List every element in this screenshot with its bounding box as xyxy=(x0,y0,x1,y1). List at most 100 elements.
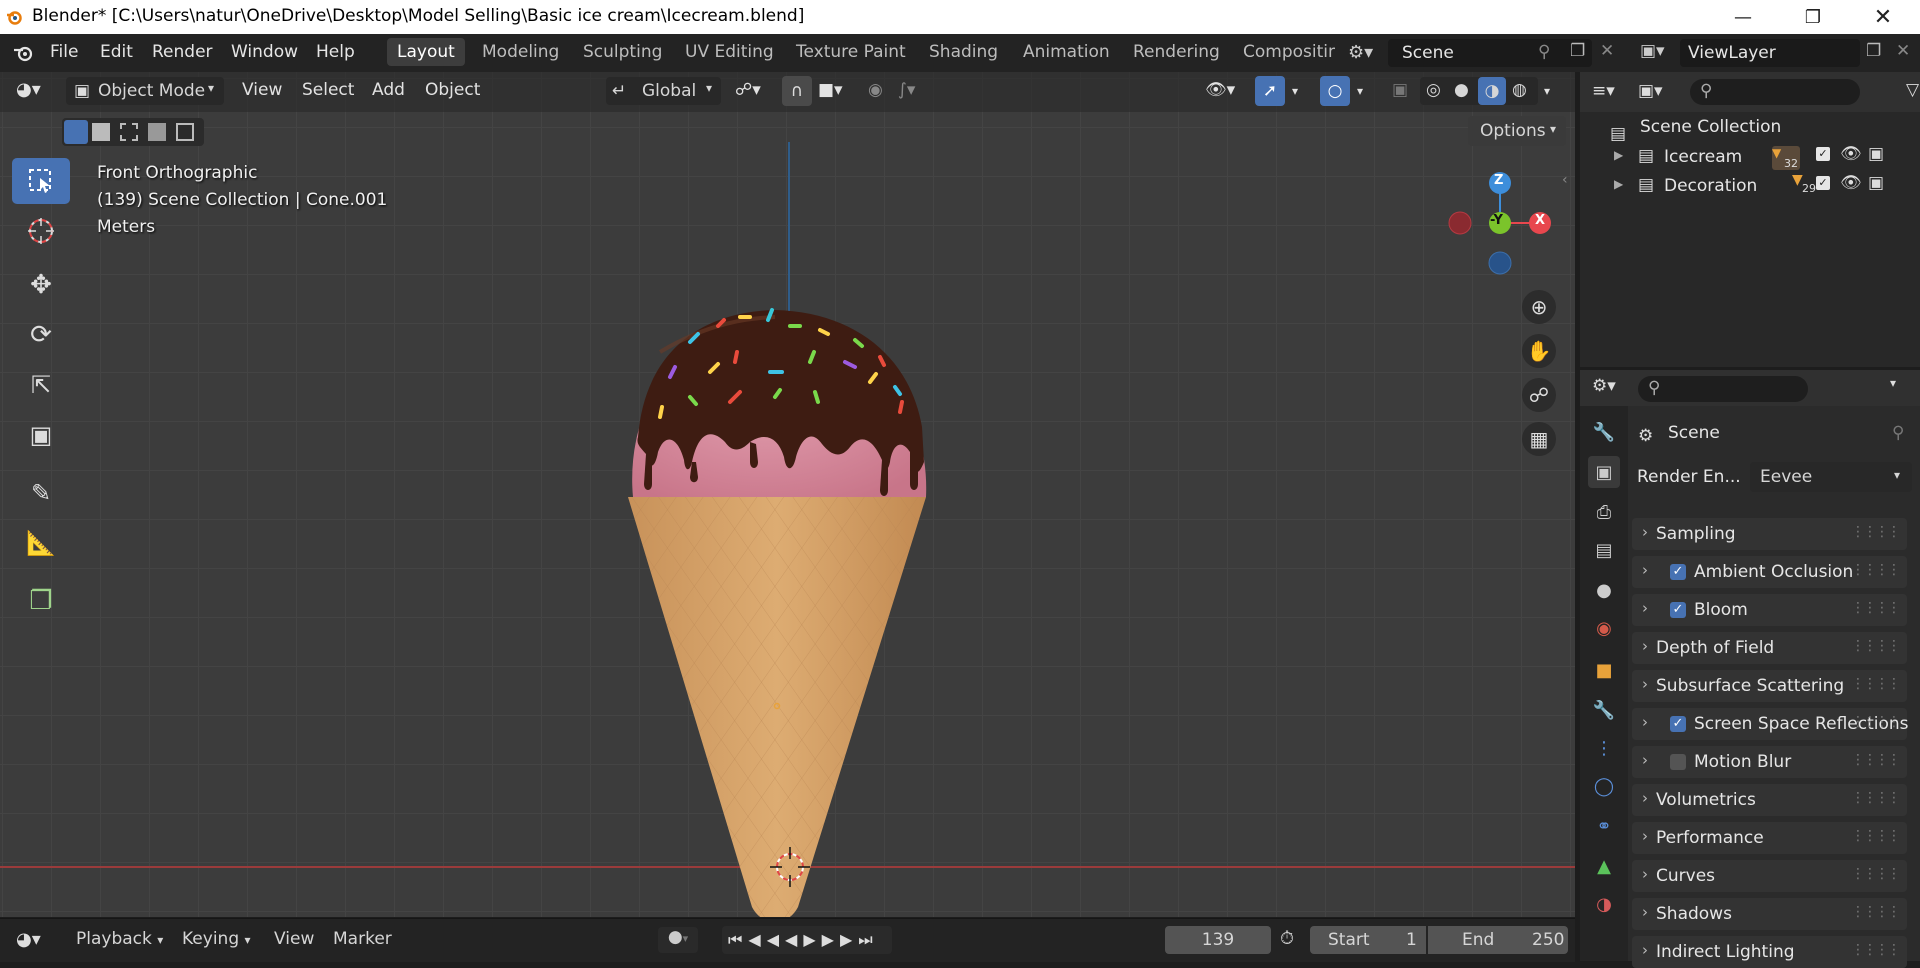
pivot-point-icon[interactable]: ☍▾ xyxy=(735,80,761,100)
menu-add[interactable]: Add xyxy=(372,80,405,100)
select-subtract-icon[interactable] xyxy=(120,123,138,141)
next-keyframe-icon[interactable]: ▶▶ xyxy=(822,930,859,949)
start-frame-field[interactable]: Start 1 xyxy=(1310,926,1426,954)
select-new-icon[interactable] xyxy=(64,120,88,144)
menu-help[interactable]: Help xyxy=(316,42,355,62)
drag-handle-icon[interactable]: ⋮⋮⋮⋮ xyxy=(1851,714,1901,730)
stopwatch-icon[interactable]: ⏱ xyxy=(1280,928,1294,949)
chevron-down-icon[interactable]: ▾ xyxy=(1544,84,1550,98)
ortho-grid-icon[interactable]: ▦ xyxy=(1522,422,1556,456)
editor-type-icon[interactable]: ◕▾ xyxy=(16,79,41,100)
object-count-icon[interactable]: ▼ 29 xyxy=(1792,172,1816,196)
object-count-icon[interactable]: 32 ▼ xyxy=(1772,146,1800,170)
timeline-editor-icon[interactable]: ◕▾ xyxy=(16,929,41,950)
tab-sculpting[interactable]: Sculpting xyxy=(583,42,662,62)
menu-playback[interactable]: Playback ▾ xyxy=(76,929,163,949)
minimize-icon[interactable]: — xyxy=(1720,0,1766,34)
select-intersect-icon[interactable] xyxy=(176,123,194,141)
chevron-down-icon[interactable]: ▾ xyxy=(1890,376,1896,390)
drag-handle-icon[interactable]: ⋮⋮⋮⋮ xyxy=(1851,866,1901,882)
transform-tool-icon[interactable]: ▣ xyxy=(12,412,70,458)
menu-timeline-view[interactable]: View xyxy=(274,929,314,949)
zoom-icon[interactable]: ⊕ xyxy=(1522,290,1556,324)
eye-icon[interactable]: 👁 xyxy=(1840,173,1862,193)
tab-compositing[interactable]: Compositin xyxy=(1243,42,1335,62)
proportional-edit-icon[interactable]: ◉ xyxy=(868,80,883,100)
restore-icon[interactable]: ❐ xyxy=(1790,0,1836,34)
expand-icon[interactable]: ▶ xyxy=(1614,148,1623,162)
constraints-tab-icon[interactable]: ⚭ xyxy=(1588,810,1620,842)
scene-selector[interactable]: Scene ⚲ xyxy=(1388,39,1592,67)
snap-target-icon[interactable]: ■▾ xyxy=(818,80,843,100)
close-icon[interactable]: ✕ xyxy=(1860,0,1906,34)
playback-controls[interactable]: ⏮◀◀◀▶▶▶⏭ xyxy=(722,926,892,954)
expand-icon[interactable]: ▶ xyxy=(1614,177,1623,191)
menu-marker[interactable]: Marker xyxy=(333,929,392,949)
drag-handle-icon[interactable]: ⋮⋮⋮⋮ xyxy=(1851,562,1901,578)
3d-cursor-icon[interactable] xyxy=(770,847,810,887)
outliner-item-decoration[interactable]: Decoration xyxy=(1664,176,1757,196)
panel-bloom[interactable]: › ✓ Bloom ⋮⋮⋮⋮ xyxy=(1632,594,1907,626)
panel-screen-space-reflections[interactable]: › ✓ Screen Space Reflections ⋮⋮⋮⋮ xyxy=(1632,708,1909,740)
menu-object[interactable]: Object xyxy=(425,80,480,100)
modifier-tab-icon[interactable]: 🔧 xyxy=(1588,694,1620,726)
material-tab-icon[interactable]: ◑ xyxy=(1588,888,1620,920)
current-frame-field[interactable]: 139 xyxy=(1165,926,1271,954)
panel-ambient-occlusion[interactable]: › ✓ Ambient Occlusion ⋮⋮⋮⋮ xyxy=(1632,556,1907,588)
new-scene-icon[interactable]: ❐ xyxy=(1570,41,1585,61)
overlays-toggle-icon[interactable]: ○ xyxy=(1320,76,1350,106)
filter-icon[interactable]: ▽ xyxy=(1906,80,1919,100)
menu-keying[interactable]: Keying ▾ xyxy=(182,929,251,949)
panel-enable-checkbox[interactable]: ✓ xyxy=(1670,716,1686,732)
icecream-model[interactable] xyxy=(600,222,950,917)
panel-sampling[interactable]: › Sampling ⋮⋮⋮⋮ xyxy=(1632,518,1907,550)
new-viewlayer-icon[interactable]: ❐ xyxy=(1866,41,1881,61)
panel-indirect-lighting[interactable]: › Indirect Lighting ⋮⋮⋮⋮ xyxy=(1632,936,1907,968)
output-tab-icon[interactable]: ⎙ xyxy=(1588,496,1620,528)
falloff-icon[interactable]: ∫▾ xyxy=(898,80,915,100)
data-tab-icon[interactable]: ▲ xyxy=(1588,850,1620,882)
orientation-selector[interactable]: ↵ Global ▾ xyxy=(606,77,721,105)
panel-depth-of-field[interactable]: › Depth of Field ⋮⋮⋮⋮ xyxy=(1632,632,1907,664)
tab-uv-editing[interactable]: UV Editing xyxy=(685,42,774,62)
chevron-down-icon[interactable]: ▾ xyxy=(1357,84,1363,98)
tab-layout[interactable]: Layout xyxy=(387,38,465,66)
annotate-tool-icon[interactable]: ✎ xyxy=(12,470,70,516)
panel-motion-blur[interactable]: › Motion Blur ⋮⋮⋮⋮ xyxy=(1632,746,1907,778)
scene-type-icon[interactable]: ⚙▾ xyxy=(1348,42,1373,63)
exclude-checkbox[interactable]: ✓ xyxy=(1816,176,1830,190)
world-tab-icon[interactable]: ◉ xyxy=(1588,612,1620,644)
delete-scene-icon[interactable]: ✕ xyxy=(1600,41,1614,61)
prev-keyframe-icon[interactable]: ◀◀ xyxy=(748,930,785,949)
snap-icon[interactable]: ∩ xyxy=(782,76,812,106)
panel-performance[interactable]: › Performance ⋮⋮⋮⋮ xyxy=(1632,822,1907,854)
drag-handle-icon[interactable]: ⋮⋮⋮⋮ xyxy=(1851,904,1901,920)
pin-icon[interactable]: ⚲ xyxy=(1892,423,1904,443)
scene-tab-icon[interactable]: ● xyxy=(1588,574,1620,606)
menu-file[interactable]: File xyxy=(50,42,78,62)
tab-shading[interactable]: Shading xyxy=(929,42,998,62)
tab-animation[interactable]: Animation xyxy=(1023,42,1110,62)
drag-handle-icon[interactable]: ⋮⋮⋮⋮ xyxy=(1851,524,1901,540)
end-frame-field[interactable]: End 250 xyxy=(1428,926,1568,954)
drag-handle-icon[interactable]: ⋮⋮⋮⋮ xyxy=(1851,828,1901,844)
menu-render[interactable]: Render xyxy=(152,42,213,62)
jump-end-icon[interactable]: ⏭ xyxy=(858,930,878,949)
render-engine-select[interactable]: Eevee ▾ xyxy=(1750,462,1912,492)
scene-collection-label[interactable]: Scene Collection xyxy=(1640,117,1781,137)
drag-handle-icon[interactable]: ⋮⋮⋮⋮ xyxy=(1851,676,1901,692)
record-keyframe-icon[interactable]: ●▾ xyxy=(658,927,698,953)
properties-search-input[interactable]: ⚲ xyxy=(1638,376,1808,402)
viewlayer-icon[interactable]: ▣▾ xyxy=(1640,41,1665,61)
options-dropdown[interactable]: Options ▾ xyxy=(1468,116,1566,146)
exclude-checkbox[interactable]: ✓ xyxy=(1816,147,1830,161)
camera-icon[interactable]: ▣ xyxy=(1868,144,1884,164)
outliner-item-icecream[interactable]: Icecream xyxy=(1664,147,1742,167)
panel-volumetrics[interactable]: › Volumetrics ⋮⋮⋮⋮ xyxy=(1632,784,1907,816)
drag-handle-icon[interactable]: ⋮⋮⋮⋮ xyxy=(1851,942,1901,958)
play-icon[interactable]: ▶ xyxy=(803,930,821,949)
panel-subsurface-scattering[interactable]: › Subsurface Scattering ⋮⋮⋮⋮ xyxy=(1632,670,1907,702)
visibility-icon[interactable]: 👁▾ xyxy=(1205,80,1235,100)
tab-modeling[interactable]: Modeling xyxy=(482,42,559,62)
mode-selector[interactable]: ▣ Object Mode ▾ xyxy=(66,77,224,105)
